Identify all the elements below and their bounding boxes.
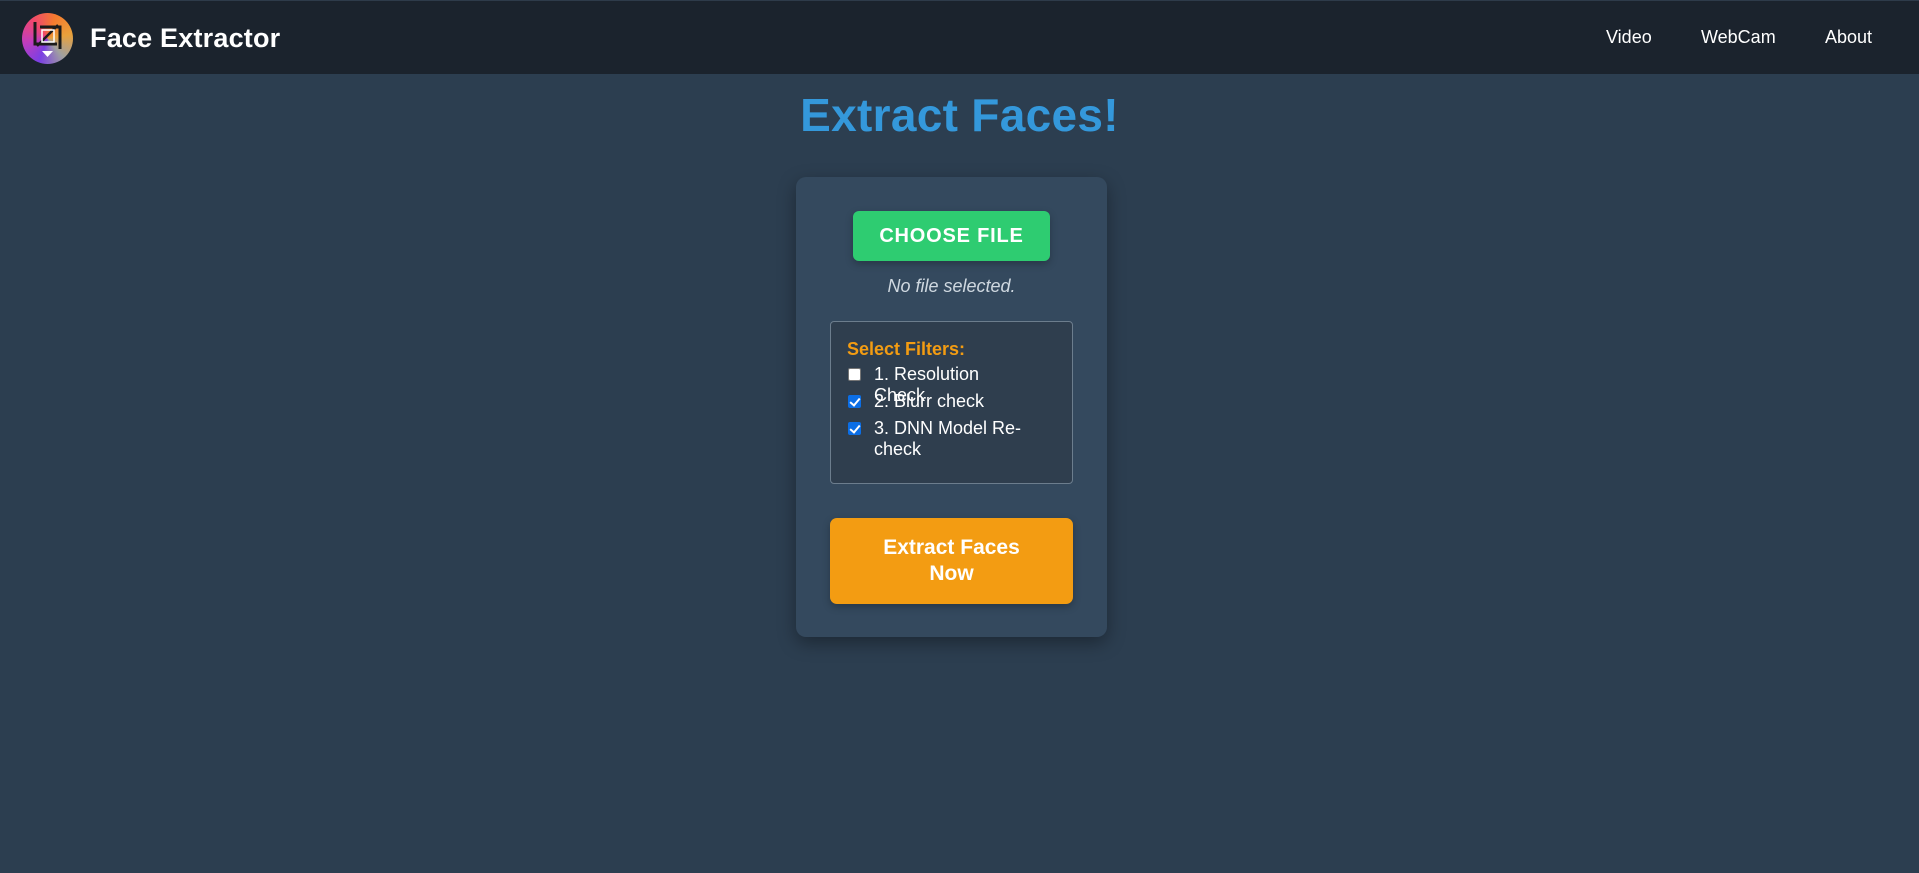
nav-link-video[interactable]: Video	[1606, 27, 1652, 48]
brand-link[interactable]: Face Extractor	[22, 12, 281, 64]
nav-link-about[interactable]: About	[1825, 27, 1872, 48]
nav-link-webcam[interactable]: WebCam	[1701, 27, 1776, 48]
page-title: Extract Faces!	[800, 89, 1119, 141]
filter-blurr-check[interactable]: 2. Blurr check	[848, 391, 1034, 412]
navbar: Face Extractor Video WebCam About	[0, 0, 1919, 74]
checkbox-blurr[interactable]	[848, 395, 861, 408]
checkbox-dnn-model[interactable]	[848, 422, 861, 435]
choose-file-button[interactable]: CHOOSE FILE	[853, 211, 1050, 261]
extract-faces-button[interactable]: Extract Faces Now	[830, 518, 1073, 604]
filter-label: 3. DNN Model Re-check	[874, 418, 1022, 459]
filter-label: 2. Blurr check	[874, 391, 985, 411]
filter-dnn-model-recheck[interactable]: 3. DNN Model Re-check	[848, 418, 1034, 460]
file-status-text: No file selected.	[887, 276, 1016, 296]
brand-title: Face Extractor	[90, 22, 281, 53]
checkbox-resolution[interactable]	[848, 368, 861, 381]
upload-card: CHOOSE FILE No file selected. 1. Resolut…	[796, 177, 1107, 637]
face-crop-logo-icon	[22, 12, 73, 64]
filters-title: Select Filters:	[847, 339, 966, 359]
